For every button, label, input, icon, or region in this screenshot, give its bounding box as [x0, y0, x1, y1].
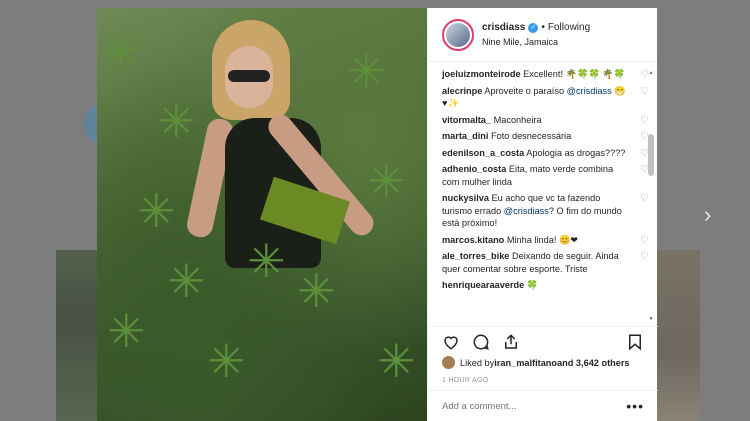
comment-username[interactable]: ale_torres_bike: [442, 251, 509, 261]
comment-item: nuckysilva Eu acho que vc ta fazendo tur…: [442, 192, 649, 230]
post-photo: ✳ ✳ ✳ ✳ ✳ ✳ ✳ ✳ ✳ ✳ ✳: [97, 8, 427, 421]
comment-item: marta_dini Foto desnecessária ♡: [442, 130, 649, 143]
post-location[interactable]: Nine Mile, Jamaica: [482, 37, 590, 47]
comment-text: Excellent! 🌴🍀🍀 🌴🍀: [520, 69, 626, 79]
comment-username[interactable]: joeluizmonteirode: [442, 69, 521, 79]
post-header: crisdiass ✓ • Following Nine Mile, Jamai…: [428, 8, 657, 62]
avatar[interactable]: [442, 18, 474, 51]
comment-text: Apologia as drogas????: [524, 147, 626, 158]
likes-prefix: Liked by: [460, 357, 495, 368]
comment-text: Minha linda! 😊❤: [504, 234, 579, 245]
post-side-panel: crisdiass ✓ • Following Nine Mile, Jamai…: [427, 8, 658, 421]
likes-others[interactable]: and 3,642 others: [557, 358, 630, 368]
more-options-icon[interactable]: •••: [626, 399, 644, 413]
comment-username[interactable]: adhenio_costa: [442, 164, 506, 174]
likes-summary: Liked by iran_malfitano and 3,642 others: [442, 356, 630, 369]
separator-dot: •: [541, 22, 545, 33]
comment-item: henriquearaaverde 🍀: [442, 279, 628, 292]
share-icon[interactable]: [502, 333, 520, 351]
heart-icon[interactable]: [442, 333, 460, 351]
comment-username[interactable]: alecrinpe: [442, 86, 482, 96]
scroll-down-icon[interactable]: ▼: [648, 316, 654, 322]
background-thumbnail-left: [56, 250, 100, 421]
add-comment-input[interactable]: [442, 400, 627, 412]
scroll-up-icon[interactable]: ▲: [648, 70, 654, 76]
comment-username[interactable]: edenilson_a_costa: [442, 148, 524, 158]
verified-badge-icon: ✓: [528, 22, 539, 33]
background-thumbnail-right: [655, 250, 700, 421]
post-timestamp[interactable]: 1 HOUR AGO: [442, 377, 489, 384]
comment-username[interactable]: nuckysilva: [442, 193, 489, 203]
comment-username[interactable]: marcos.kitano: [442, 235, 504, 245]
post-actions: [428, 326, 658, 356]
comment-username[interactable]: vitormalta_: [442, 115, 491, 125]
comment-mention[interactable]: @crisdiass: [504, 206, 549, 216]
comments-list[interactable]: joeluizmonteirode Excellent! 🌴🍀🍀 🌴🍀 ♡ al…: [428, 62, 658, 326]
comment-text: Foto desnecessária: [488, 131, 572, 141]
liker-username[interactable]: iran_malfitano: [494, 358, 557, 368]
comments-scrollbar[interactable]: ▲ ▼: [648, 70, 654, 322]
bookmark-icon[interactable]: [626, 333, 644, 351]
comment-username[interactable]: henriquearaaverde: [442, 280, 524, 290]
comment-icon[interactable]: [472, 333, 490, 351]
post-username[interactable]: crisdiass: [482, 22, 525, 33]
comment-item: adhenio_costa Eita, mato verde combina c…: [442, 163, 649, 188]
comment-text: Maconheira: [491, 114, 542, 125]
comment-mention[interactable]: @crisdiass: [567, 86, 612, 96]
comment-text: 🍀: [524, 280, 539, 290]
scrollbar-thumb[interactable]: [648, 134, 654, 176]
comment-item: edenilson_a_costa Apologia as drogas????…: [442, 147, 649, 160]
liker-avatar[interactable]: [442, 356, 455, 369]
comment-item: vitormalta_ Maconheira ♡: [442, 114, 649, 127]
comment-item: alecrinpe Aproveite o paraíso @crisdiass…: [442, 85, 649, 110]
comment-item: ale_torres_bike Deixando de seguir. Aind…: [442, 250, 649, 275]
next-post-arrow-icon[interactable]: ›: [704, 204, 720, 226]
add-comment-bar: •••: [428, 390, 658, 421]
following-button[interactable]: Following: [548, 22, 590, 33]
comment-item: marcos.kitano Minha linda! 😊❤ ♡: [442, 234, 649, 247]
comment-item: joeluizmonteirode Excellent! 🌴🍀🍀 🌴🍀 ♡: [442, 68, 649, 81]
post-modal: ✳ ✳ ✳ ✳ ✳ ✳ ✳ ✳ ✳ ✳ ✳ crisdiass ✓ • Foll…: [97, 8, 658, 421]
comment-text: Aproveite o paraíso: [482, 85, 567, 96]
comment-username[interactable]: marta_dini: [442, 131, 488, 141]
